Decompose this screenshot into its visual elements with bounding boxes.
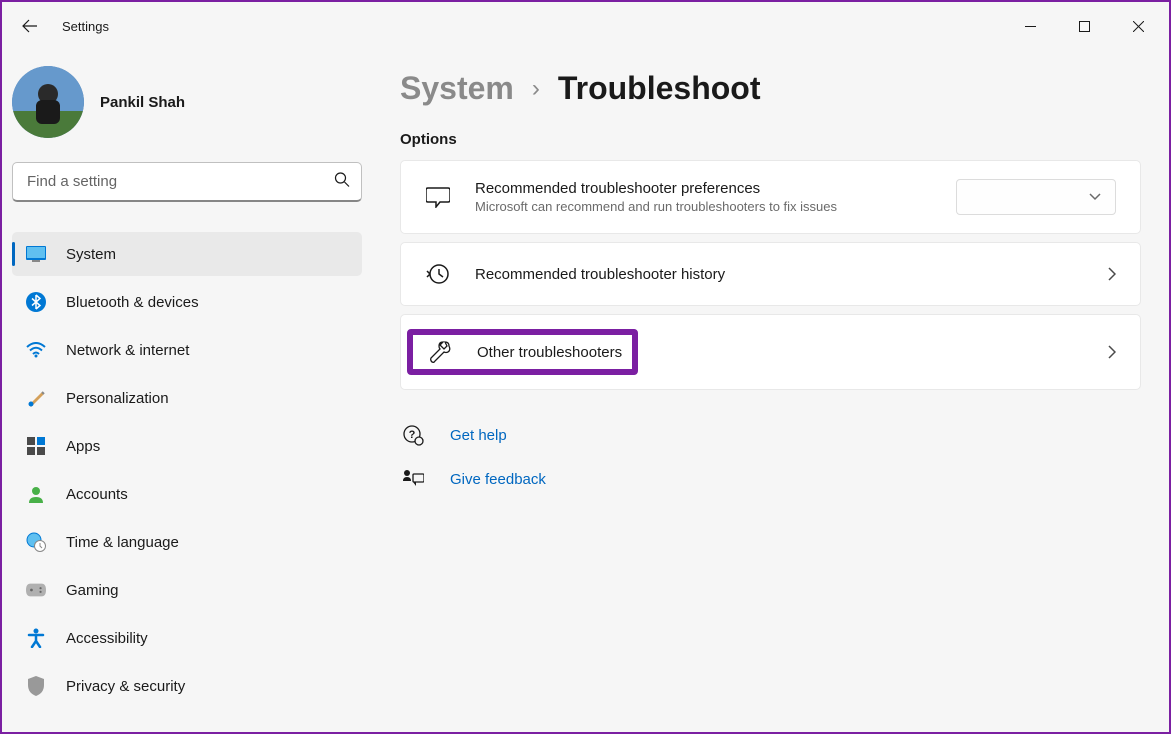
sidebar-item-time[interactable]: Time & language (12, 520, 362, 564)
card-subtitle: Microsoft can recommend and run troubles… (475, 199, 932, 214)
sidebar-item-label: Network & internet (66, 342, 189, 359)
sidebar-item-personalization[interactable]: Personalization (12, 376, 362, 420)
titlebar: Settings (2, 2, 1169, 50)
help-icon: ? (400, 422, 426, 448)
sidebar-item-bluetooth[interactable]: Bluetooth & devices (12, 280, 362, 324)
give-feedback-link[interactable]: Give feedback (400, 466, 1141, 492)
sidebar-item-apps[interactable]: Apps (12, 424, 362, 468)
gamepad-icon (26, 580, 46, 600)
main-content: System › Troubleshoot Options Recommende… (372, 50, 1169, 732)
minimize-button[interactable] (1007, 10, 1053, 42)
apps-icon (26, 436, 46, 456)
chevron-right-icon (1108, 345, 1116, 359)
profile-section[interactable]: Pankil Shah (12, 50, 362, 162)
sidebar-item-label: Accounts (66, 486, 128, 503)
back-arrow-icon (22, 18, 38, 34)
window-controls (1007, 10, 1161, 42)
sidebar-item-label: Accessibility (66, 630, 148, 647)
breadcrumb-parent[interactable]: System (400, 70, 514, 107)
close-button[interactable] (1115, 10, 1161, 42)
sidebar-item-gaming[interactable]: Gaming (12, 568, 362, 612)
bluetooth-icon (26, 292, 46, 312)
card-title: Recommended troubleshooter preferences (475, 180, 932, 197)
person-icon (26, 484, 46, 504)
breadcrumb-current: Troubleshoot (558, 70, 761, 107)
sidebar-item-label: Personalization (66, 390, 169, 407)
breadcrumb: System › Troubleshoot (400, 70, 1141, 107)
shield-icon (26, 676, 46, 696)
get-help-link[interactable]: ? Get help (400, 422, 1141, 448)
sidebar-item-system[interactable]: System (12, 232, 362, 276)
history-card[interactable]: Recommended troubleshooter history (400, 242, 1141, 306)
search-wrap (12, 162, 362, 202)
sidebar: Pankil Shah System Bluetooth & devices N… (2, 50, 372, 732)
wifi-icon (26, 340, 46, 360)
svg-text:?: ? (409, 429, 416, 441)
feedback-icon (400, 466, 426, 492)
section-header: Options (400, 131, 1141, 148)
system-icon (26, 244, 46, 264)
link-text: Get help (450, 427, 507, 444)
help-links: ? Get help Give feedback (400, 422, 1141, 492)
sidebar-item-accessibility[interactable]: Accessibility (12, 616, 362, 660)
sidebar-item-privacy[interactable]: Privacy & security (12, 664, 362, 708)
back-button[interactable] (10, 6, 50, 46)
other-troubleshooters-card[interactable]: Other troubleshooters (400, 314, 1141, 390)
history-icon (425, 261, 451, 287)
profile-name: Pankil Shah (100, 94, 185, 111)
card-title: Other troubleshooters (477, 344, 622, 361)
avatar (12, 66, 84, 138)
search-icon (334, 172, 350, 193)
chevron-right-icon: › (532, 75, 540, 103)
highlight-annotation: Other troubleshooters (407, 329, 638, 375)
clock-globe-icon (26, 532, 46, 552)
chevron-down-icon (1089, 193, 1101, 201)
link-text: Give feedback (450, 471, 546, 488)
maximize-button[interactable] (1061, 10, 1107, 42)
accessibility-icon (26, 628, 46, 648)
preferences-dropdown[interactable] (956, 179, 1116, 215)
window-title: Settings (62, 19, 109, 34)
sidebar-item-label: System (66, 246, 116, 263)
sidebar-item-label: Time & language (66, 534, 179, 551)
search-input[interactable] (12, 162, 362, 202)
sidebar-item-label: Privacy & security (66, 678, 185, 695)
wrench-icon (427, 339, 453, 365)
sidebar-item-label: Bluetooth & devices (66, 294, 199, 311)
chevron-right-icon (1108, 267, 1116, 281)
recommended-preferences-card[interactable]: Recommended troubleshooter preferences M… (400, 160, 1141, 234)
sidebar-item-accounts[interactable]: Accounts (12, 472, 362, 516)
comment-icon (425, 184, 451, 210)
sidebar-item-label: Gaming (66, 582, 119, 599)
paintbrush-icon (26, 388, 46, 408)
card-title: Recommended troubleshooter history (475, 266, 725, 283)
nav-list: System Bluetooth & devices Network & int… (12, 232, 362, 708)
sidebar-item-network[interactable]: Network & internet (12, 328, 362, 372)
sidebar-item-label: Apps (66, 438, 100, 455)
